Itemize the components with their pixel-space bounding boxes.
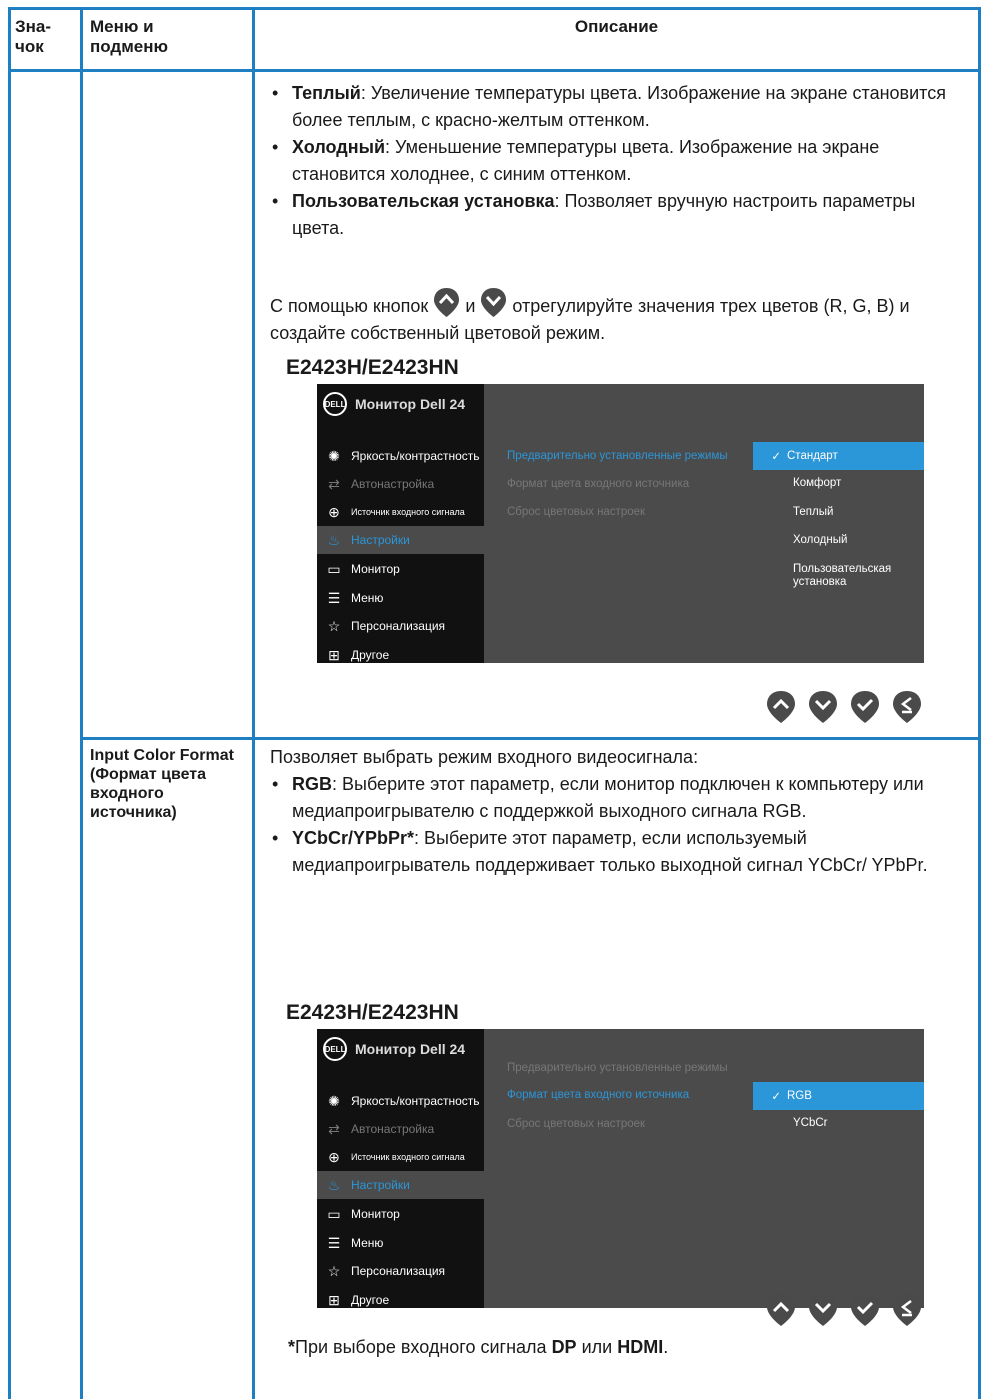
osd-option-comfort[interactable]: Комфорт <box>753 477 924 490</box>
osd-item-input-source[interactable]: ⊕ Источник входного сигнала <box>317 1143 484 1171</box>
model-title: E2423H/E2423HN <box>286 356 459 379</box>
dell-logo: DELL <box>323 392 347 416</box>
down-button-icon <box>481 288 507 317</box>
osd-title: Монитор Dell 24 <box>355 1041 466 1057</box>
check-button-icon[interactable] <box>850 690 880 724</box>
auto-adjust-icon: ⇄ <box>328 475 340 492</box>
osd-screenshot: DELL Монитор Dell 24 ✺ Яркость/контрастно… <box>317 384 924 663</box>
osd-item-display[interactable]: ▭ Монитор <box>317 1200 484 1228</box>
osd-sub-preset-modes[interactable]: Предварительно установленные режимы <box>507 450 728 462</box>
row2-intro: Позволяет выбрать режим входного видеоси… <box>270 747 699 767</box>
input-source-icon: ⊕ <box>328 1148 340 1165</box>
row2-menu-label: Input Color Format (Формат цвета входног… <box>90 747 234 821</box>
row1-description: • Теплый: Увеличение температуры цвета. И… <box>270 80 970 242</box>
osd-option-rgb[interactable]: ✓ RGB <box>753 1082 924 1110</box>
row2-description: Позволяет выбрать режим входного видеоси… <box>270 744 970 879</box>
bullet-ycbcr: • YCbCr/YPbPr*: Выберите этот параметр, е… <box>272 828 928 875</box>
osd-option-warm[interactable]: Теплый <box>753 506 924 519</box>
osd-item-color[interactable]: ♨ Настройки <box>317 526 484 554</box>
osd-item-others[interactable]: ⊞ Другое <box>317 1286 484 1314</box>
up-button-icon <box>434 288 460 317</box>
osd-item-personalize[interactable]: ☆ Персонализация <box>317 1257 484 1285</box>
menu-icon: ☰ <box>327 589 341 606</box>
osd-option-standard[interactable]: ✓ Стандарт <box>753 442 924 470</box>
down-button-icon[interactable] <box>808 1293 838 1327</box>
osd-item-others[interactable]: ⊞ Другое <box>317 641 484 669</box>
dell-logo: DELL <box>323 1037 347 1061</box>
back-button-icon[interactable] <box>892 690 922 724</box>
osd-item-brightness[interactable]: ✺ Яркость/контрастность <box>317 442 484 470</box>
table-row-border <box>82 737 981 740</box>
osd-sub-preset-modes[interactable]: Предварительно установленные режимы <box>507 1062 728 1074</box>
other-icon: ⊞ <box>328 646 340 663</box>
osd-item-display[interactable]: ▭ Монитор <box>317 555 484 583</box>
header-description-column: Описание <box>574 17 659 36</box>
osd-nav-buttons <box>766 1293 922 1327</box>
osd-sub-input-color-format[interactable]: Формат цвета входного источника <box>507 478 689 490</box>
check-icon: ✓ <box>771 451 781 463</box>
osd-item-menu[interactable]: ☰ Меню <box>317 1229 484 1257</box>
header-icon-column: Зна- чок <box>15 17 52 56</box>
model-title: E2423H/E2423HN <box>286 1001 459 1024</box>
up-button-icon[interactable] <box>766 690 796 724</box>
row1-paragraph: С помощью кнопок и отрегулируйте значени… <box>270 287 970 347</box>
input-source-icon: ⊕ <box>328 503 340 520</box>
star-icon: ☆ <box>327 617 341 634</box>
osd-option-custom[interactable]: Пользовательская установка <box>753 563 924 589</box>
table-header-border <box>8 69 981 72</box>
osd-item-input-source[interactable]: ⊕ Источник входного сигнала <box>317 498 484 526</box>
monitor-icon: ▭ <box>327 560 341 577</box>
menu-icon: ☰ <box>327 1234 341 1251</box>
back-button-icon[interactable] <box>892 1293 922 1327</box>
osd-item-auto-adjust[interactable]: ⇄ Автонастройка <box>317 470 484 498</box>
color-icon: ♨ <box>327 531 341 548</box>
down-button-icon[interactable] <box>808 690 838 724</box>
osd-option-cool[interactable]: Холодный <box>753 534 924 547</box>
auto-adjust-icon: ⇄ <box>328 1120 340 1137</box>
check-icon: ✓ <box>771 1091 781 1103</box>
bullet-custom: • Пользовательская установка: Позволяет в… <box>272 191 916 238</box>
osd-main-menu: DELL Монитор Dell 24 ✺ Яркость/контрастно… <box>317 384 484 663</box>
header-menu-column: Меню и подменю <box>90 17 169 56</box>
osd-option-ycbcr[interactable]: YCbCr <box>753 1117 924 1130</box>
osd-item-brightness[interactable]: ✺ Яркость/контрастность <box>317 1087 484 1115</box>
check-button-icon[interactable] <box>850 1293 880 1327</box>
osd-sub-input-color-format[interactable]: Формат цвета входного источника <box>507 1089 689 1101</box>
osd-main-menu: DELL Монитор Dell 24 ✺ Яркость/контрастно… <box>317 1029 484 1308</box>
bullet-rgb: • RGB: Выберите этот параметр, если монит… <box>272 774 924 821</box>
osd-screenshot: DELL Монитор Dell 24 ✺ Яркость/контрастно… <box>317 1029 924 1308</box>
osd-item-personalize[interactable]: ☆ Персонализация <box>317 612 484 640</box>
up-button-icon[interactable] <box>766 1293 796 1327</box>
bullet-cool: • Холодный: Уменьшение температуры цвета.… <box>272 137 880 184</box>
osd-item-menu[interactable]: ☰ Меню <box>317 584 484 612</box>
star-icon: ☆ <box>327 1262 341 1279</box>
osd-item-color[interactable]: ♨ Настройки <box>317 1171 484 1199</box>
other-icon: ⊞ <box>328 1291 340 1308</box>
table-right-border <box>978 7 981 1399</box>
osd-title: Монитор Dell 24 <box>355 396 466 412</box>
table-col-border <box>80 7 83 1399</box>
brightness-icon: ✺ <box>328 1092 340 1109</box>
table-left-border <box>8 7 11 1399</box>
osd-item-auto-adjust[interactable]: ⇄ Автонастройка <box>317 1115 484 1143</box>
bullet-warm: • Теплый: Увеличение температуры цвета. И… <box>272 83 946 130</box>
osd-sub-reset-color[interactable]: Сброс цветовых настроек <box>507 1118 645 1130</box>
table-top-border <box>8 7 981 10</box>
osd-nav-buttons <box>766 690 922 724</box>
brightness-icon: ✺ <box>328 447 340 464</box>
color-icon: ♨ <box>327 1176 341 1193</box>
monitor-icon: ▭ <box>327 1205 341 1222</box>
osd-sub-reset-color[interactable]: Сброс цветовых настроек <box>507 506 645 518</box>
footnote: *При выборе входного сигнала DP или HDMI… <box>288 1337 669 1357</box>
table-col-border <box>252 7 255 1399</box>
